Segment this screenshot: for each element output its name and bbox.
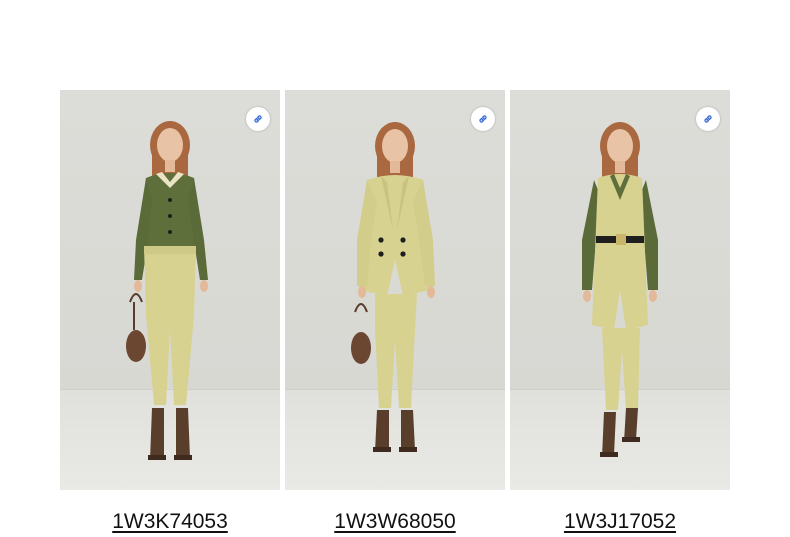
link-icon (254, 115, 262, 123)
product-gallery: 1W3K74053 1W3W68050 1W3J17052 (0, 0, 790, 537)
product-card: 1W3J17052 (510, 90, 730, 534)
product-code-link[interactable]: 1W3J17052 (510, 510, 730, 534)
product-code-link[interactable]: 1W3K74053 (60, 510, 280, 534)
model-figure (582, 122, 658, 457)
model-figure (126, 121, 208, 460)
link-icon (479, 115, 487, 123)
link-button[interactable] (471, 107, 495, 131)
product-card: 1W3W68050 (285, 90, 505, 534)
link-button[interactable] (696, 107, 720, 131)
link-button[interactable] (246, 107, 270, 131)
product-photo[interactable] (510, 90, 730, 490)
link-icon (704, 115, 712, 123)
product-photo[interactable] (60, 90, 280, 490)
product-card: 1W3K74053 (60, 90, 280, 534)
product-code-link[interactable]: 1W3W68050 (285, 510, 505, 534)
product-photo[interactable] (285, 90, 505, 490)
model-figure (351, 122, 435, 452)
